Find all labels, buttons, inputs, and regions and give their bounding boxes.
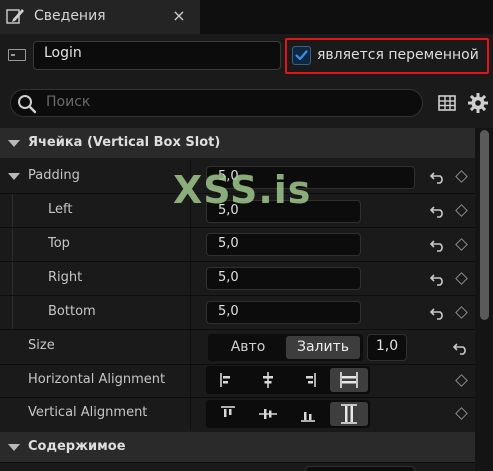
scrollbar-thumb[interactable] — [480, 130, 489, 320]
size-fill-button[interactable]: Залить — [286, 336, 360, 359]
row-divider — [0, 329, 475, 330]
padding-right-field[interactable]: 5,0 — [206, 267, 361, 290]
reset-icon[interactable] — [430, 238, 446, 252]
size-value-field[interactable]: 1,0 — [367, 334, 407, 361]
tab-title: Сведения — [34, 8, 106, 24]
chevron-down-icon[interactable] — [8, 444, 20, 451]
size-auto-button[interactable]: Авто — [212, 336, 284, 359]
reset-icon[interactable] — [430, 170, 446, 184]
widget-name-input[interactable]: Login — [33, 41, 281, 70]
row-divider — [0, 295, 475, 296]
watermark: XSS.is — [173, 168, 312, 212]
align-middle-icon[interactable] — [249, 402, 287, 426]
valign-label: Vertical Alignment — [28, 405, 148, 420]
align-center-icon[interactable] — [249, 368, 287, 392]
section-content-title: Содержимое — [28, 439, 126, 454]
search-placeholder: Поиск — [46, 94, 91, 110]
padding-top-label: Top — [48, 236, 70, 251]
reset-icon[interactable] — [430, 204, 446, 218]
padding-top-field[interactable]: 5,0 — [206, 233, 361, 256]
pencil-icon — [6, 9, 24, 24]
padding-label: Padding — [28, 168, 80, 183]
checkmark-icon — [295, 50, 308, 61]
size-label: Size — [28, 338, 55, 353]
row-divider — [0, 261, 475, 262]
halign-label: Horizontal Alignment — [28, 372, 166, 387]
chevron-down-icon[interactable] — [8, 140, 20, 147]
reset-icon[interactable] — [430, 272, 446, 286]
padding-left-label: Left — [48, 202, 73, 217]
align-fill-icon[interactable] — [330, 368, 368, 392]
row-divider — [0, 397, 475, 398]
align-right-icon[interactable] — [289, 368, 327, 392]
is-variable-label: является переменной — [317, 47, 479, 63]
row-divider — [0, 364, 475, 365]
close-icon[interactable]: × — [170, 6, 188, 25]
widget-type-icon — [8, 49, 26, 61]
gear-icon[interactable] — [467, 92, 489, 114]
next-field-partial[interactable] — [305, 466, 415, 471]
property-matrix-icon[interactable] — [438, 94, 456, 112]
padding-bottom-field[interactable]: 5,0 — [206, 301, 361, 324]
padding-bottom-label: Bottom — [48, 304, 96, 319]
row-divider — [0, 227, 475, 228]
search-icon — [18, 95, 37, 114]
chevron-down-icon[interactable] — [8, 173, 20, 180]
align-fill-vertical-icon[interactable] — [330, 402, 368, 426]
reset-icon[interactable] — [453, 341, 469, 355]
is-variable-checkbox[interactable] — [292, 46, 311, 65]
align-top-icon[interactable] — [209, 402, 247, 426]
reset-icon[interactable] — [430, 306, 446, 320]
section-slot-title: Ячейка (Vertical Box Slot) — [28, 135, 221, 150]
align-bottom-icon[interactable] — [289, 402, 327, 426]
align-left-icon[interactable] — [209, 368, 247, 392]
padding-right-label: Right — [48, 270, 83, 285]
